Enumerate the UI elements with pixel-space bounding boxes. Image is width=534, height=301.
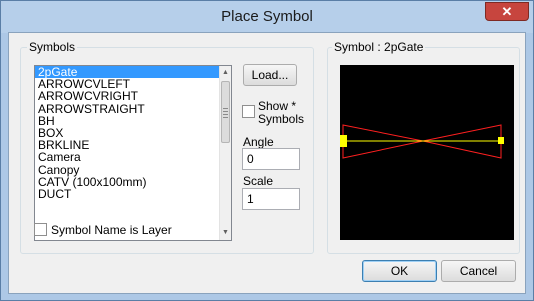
list-item[interactable]: Camera <box>35 151 231 163</box>
symbols-scrollbar[interactable]: ▲ ▼ <box>219 66 231 240</box>
list-item[interactable]: Canopy <box>35 163 231 176</box>
symbol-name-is-layer-checkbox[interactable] <box>34 223 47 236</box>
cancel-button[interactable]: Cancel <box>441 260 516 282</box>
close-icon: ✕ <box>501 4 513 19</box>
thumb-grip <box>223 117 228 118</box>
list-item[interactable]: ARROWSTRAIGHT <box>35 102 231 115</box>
preview-group-label: Symbol : 2pGate <box>332 40 426 54</box>
list-item[interactable]: DUCT <box>35 188 231 200</box>
scroll-up-icon[interactable]: ▲ <box>220 66 231 80</box>
thumb-grip <box>223 108 228 109</box>
list-item[interactable]: BH <box>35 115 231 127</box>
close-button[interactable]: ✕ <box>485 2 529 21</box>
place-symbol-dialog: Place Symbol ✕ Symbols 2pGate ARROWCVLEFT… <box>0 0 534 301</box>
dialog-title: Place Symbol <box>221 8 313 25</box>
angle-input[interactable]: 0 <box>242 148 300 170</box>
thumb-grip <box>223 114 228 115</box>
symbol-preview <box>340 65 514 240</box>
show-symbols-checkbox[interactable] <box>242 105 255 118</box>
scroll-thumb[interactable] <box>221 81 230 143</box>
symbol-name-is-layer-label: Symbol Name is Layer <box>51 223 172 237</box>
show-symbols-label-line2: Symbols <box>258 112 305 126</box>
load-button[interactable]: Load... <box>243 64 297 86</box>
symbols-list: 2pGate ARROWCVLEFT ARROWCVRIGHT ARROWSTRAIG… <box>35 66 231 200</box>
angle-label: Angle <box>243 135 274 149</box>
show-symbols-label: Show * Symbols <box>258 100 304 126</box>
symbol-preview-canvas <box>340 124 504 159</box>
scale-label: Scale <box>243 174 274 188</box>
right-grip-handle <box>498 137 504 144</box>
left-grip-handle <box>340 135 347 147</box>
list-item[interactable]: ARROWCVRIGHT <box>35 90 231 102</box>
scale-input[interactable]: 1 <box>242 188 300 210</box>
symbols-group-label: Symbols <box>27 40 78 54</box>
scroll-down-icon[interactable]: ▼ <box>220 226 231 240</box>
dialog-body: Symbols 2pGate ARROWCVLEFT ARROWCVRIGHT ARR… <box>8 32 526 294</box>
thumb-grip <box>223 111 228 112</box>
symbols-listbox[interactable]: 2pGate ARROWCVLEFT ARROWCVRIGHT ARROWSTRAIG… <box>34 65 232 241</box>
title-bar[interactable]: Place Symbol ✕ <box>1 1 533 33</box>
ok-button[interactable]: OK <box>362 260 437 282</box>
